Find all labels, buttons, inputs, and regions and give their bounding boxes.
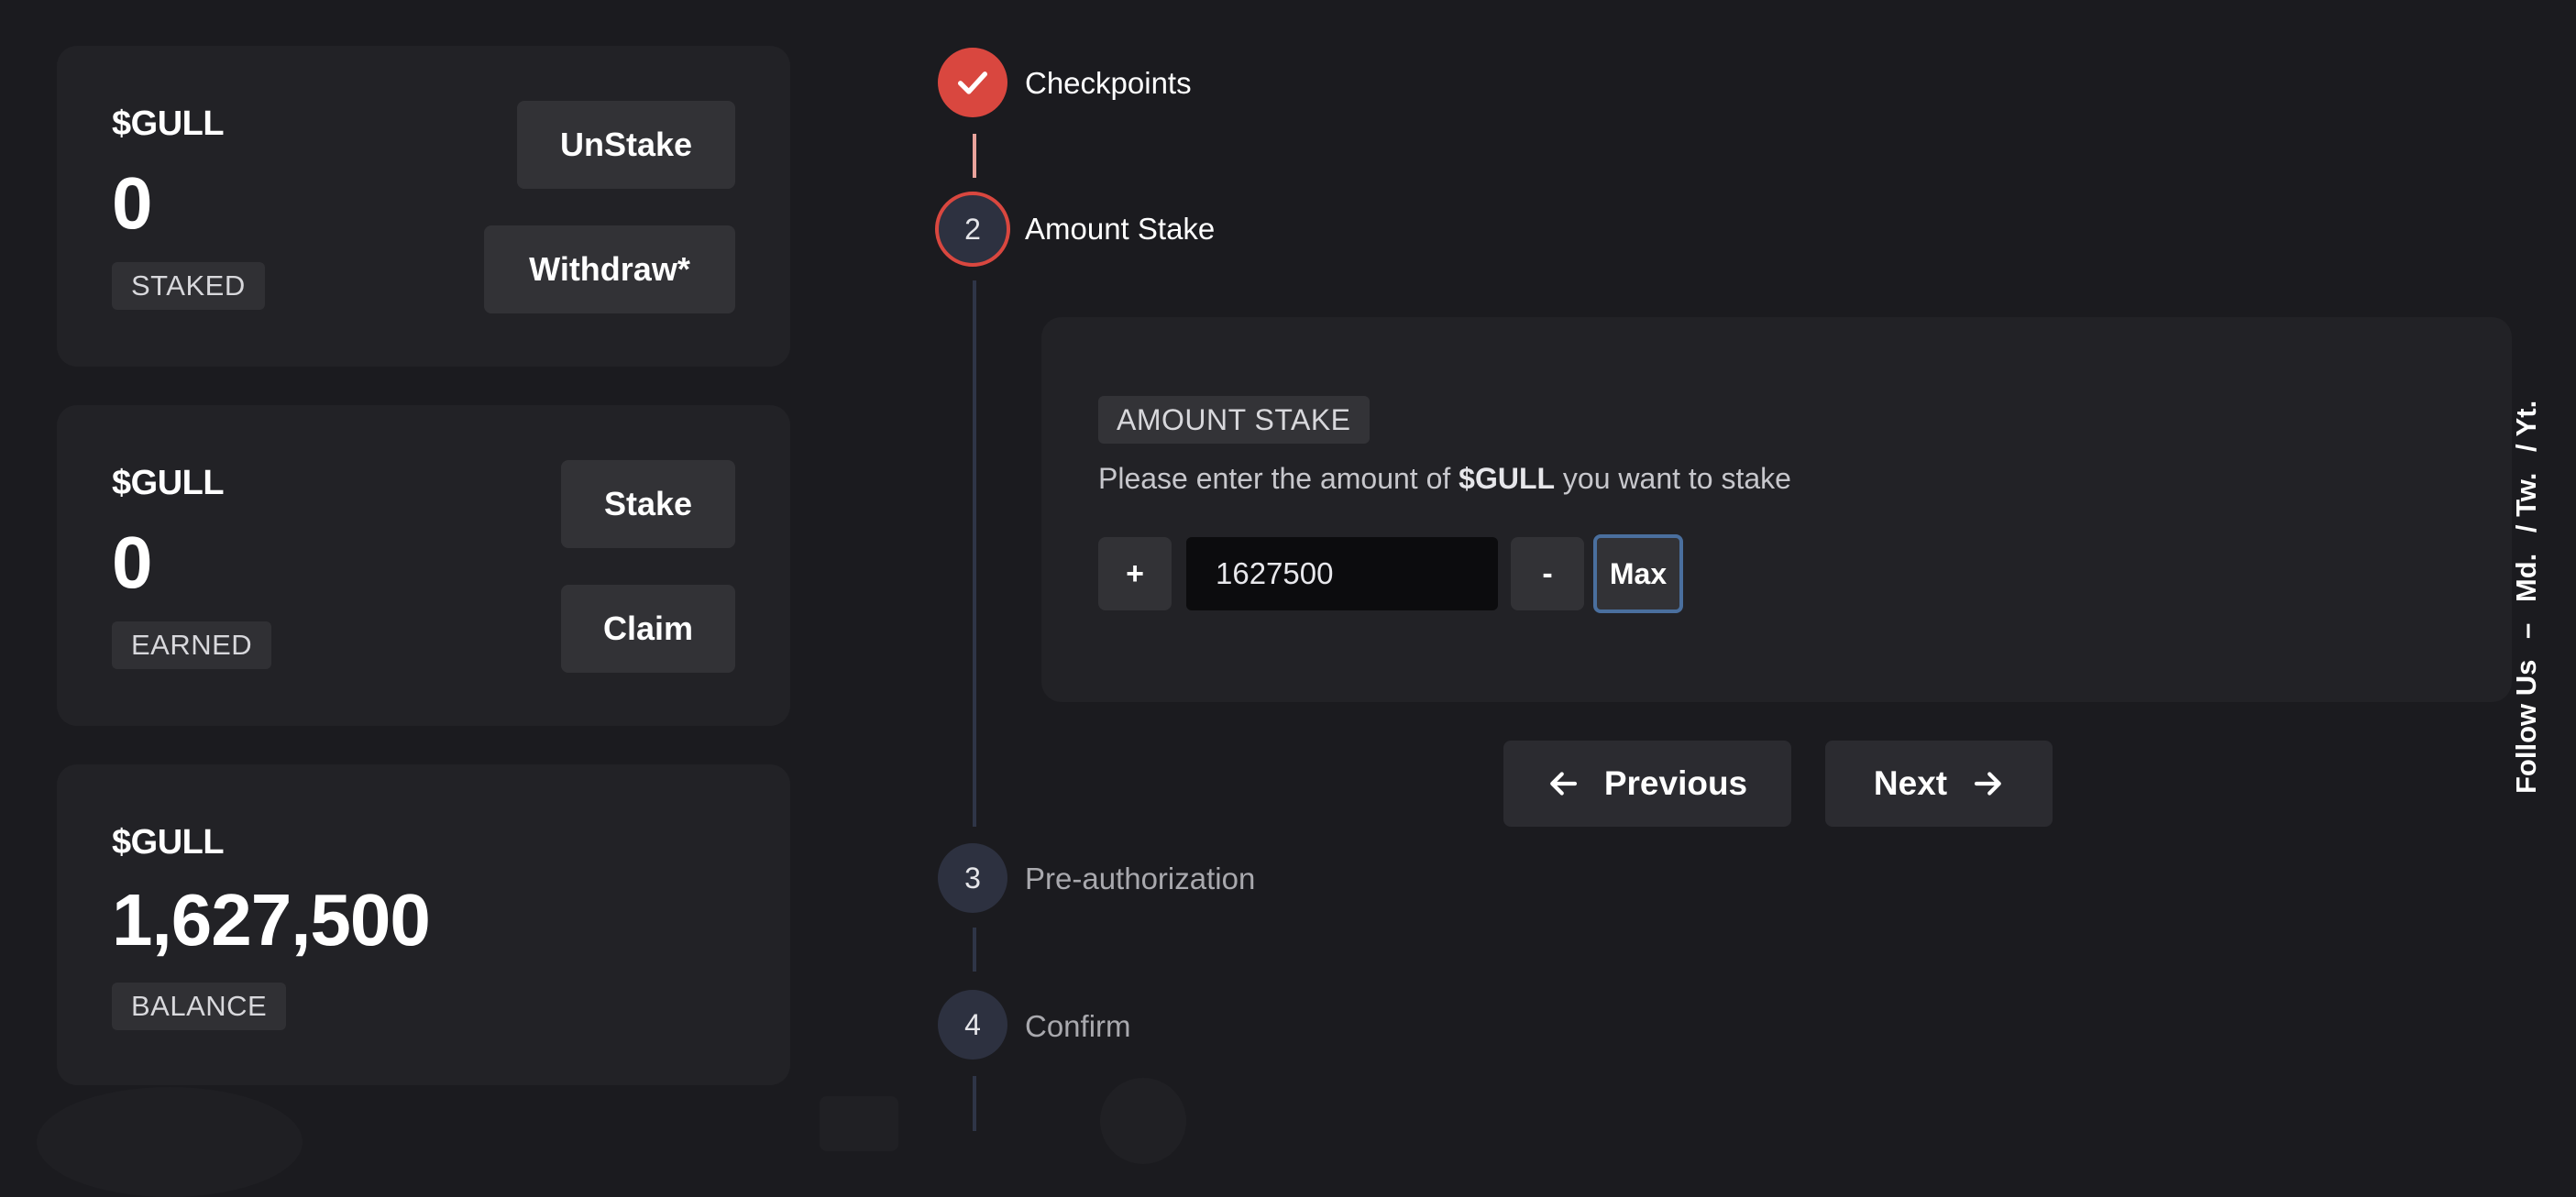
step-connector	[973, 280, 976, 827]
stake-instructions: Please enter the amount of $GULL you wan…	[1098, 462, 1791, 496]
step-1-circle	[938, 48, 1007, 117]
step-2-circle: 2	[935, 192, 1010, 267]
max-button[interactable]: Max	[1593, 534, 1683, 613]
stake-amount-input[interactable]	[1186, 537, 1498, 610]
step-1-label: Checkpoints	[1025, 66, 1192, 100]
claim-button[interactable]: Claim	[561, 585, 735, 673]
staked-badge: STAKED	[112, 262, 265, 310]
arrow-right-icon	[1974, 772, 2001, 796]
arrow-left-icon	[1549, 772, 1577, 796]
earned-amount: 0	[112, 522, 153, 603]
amount-stake-panel: AMOUNT STAKE Please enter the amount of …	[1041, 317, 2512, 702]
next-button[interactable]: Next	[1825, 741, 2053, 827]
amount-stake-badge: AMOUNT STAKE	[1098, 396, 1370, 444]
token-symbol: $GULL	[112, 823, 225, 862]
earned-card: $GULL 0 EARNED Stake Claim	[57, 405, 790, 726]
step-3-circle: 3	[938, 843, 1007, 913]
increment-button[interactable]: +	[1098, 537, 1172, 610]
bottom-decoration	[37, 1087, 303, 1197]
follow-us: Follow Us – Md. / Tw. / Yt.	[2510, 388, 2543, 794]
bottom-decoration	[820, 1096, 898, 1151]
balance-badge: BALANCE	[112, 983, 287, 1030]
balance-card: $GULL 1,627,500 BALANCE	[57, 764, 790, 1085]
step-4-label: Confirm	[1025, 1009, 1131, 1043]
step-3-label: Pre-authorization	[1025, 862, 1256, 895]
previous-label: Previous	[1603, 764, 1748, 802]
follow-us-label: Follow Us	[2510, 659, 2542, 794]
unstake-button[interactable]: UnStake	[517, 101, 735, 189]
stake-button[interactable]: Stake	[561, 460, 735, 548]
follow-link-medium[interactable]: Md.	[2510, 554, 2542, 602]
follow-link-twitter[interactable]: / Tw.	[2510, 473, 2542, 533]
bottom-decoration	[1100, 1078, 1186, 1164]
balance-amount: 1,627,500	[112, 879, 431, 961]
decrement-button[interactable]: -	[1511, 537, 1584, 610]
staked-amount: 0	[112, 162, 153, 244]
token-symbol: $GULL	[112, 104, 225, 143]
earned-badge: EARNED	[112, 621, 272, 669]
staked-card: $GULL 0 STAKED UnStake Withdraw*	[57, 46, 790, 367]
follow-link-youtube[interactable]: / Yt.	[2510, 401, 2542, 452]
step-connector	[973, 134, 976, 178]
step-4-circle: 4	[938, 990, 1007, 1060]
step-2-label: Amount Stake	[1025, 212, 1216, 246]
next-label: Next	[1873, 764, 1948, 802]
instructions-token: $GULL	[1459, 462, 1556, 495]
instructions-prefix: Please enter the amount of	[1098, 462, 1451, 495]
instructions-suffix: you want to stake	[1562, 462, 1791, 495]
follow-dash: –	[2510, 622, 2542, 639]
token-symbol: $GULL	[112, 464, 225, 502]
previous-button[interactable]: Previous	[1503, 741, 1791, 827]
withdraw-button[interactable]: Withdraw*	[484, 225, 735, 313]
step-connector	[973, 928, 976, 972]
step-connector	[973, 1076, 976, 1131]
checkmark-icon	[958, 71, 987, 94]
